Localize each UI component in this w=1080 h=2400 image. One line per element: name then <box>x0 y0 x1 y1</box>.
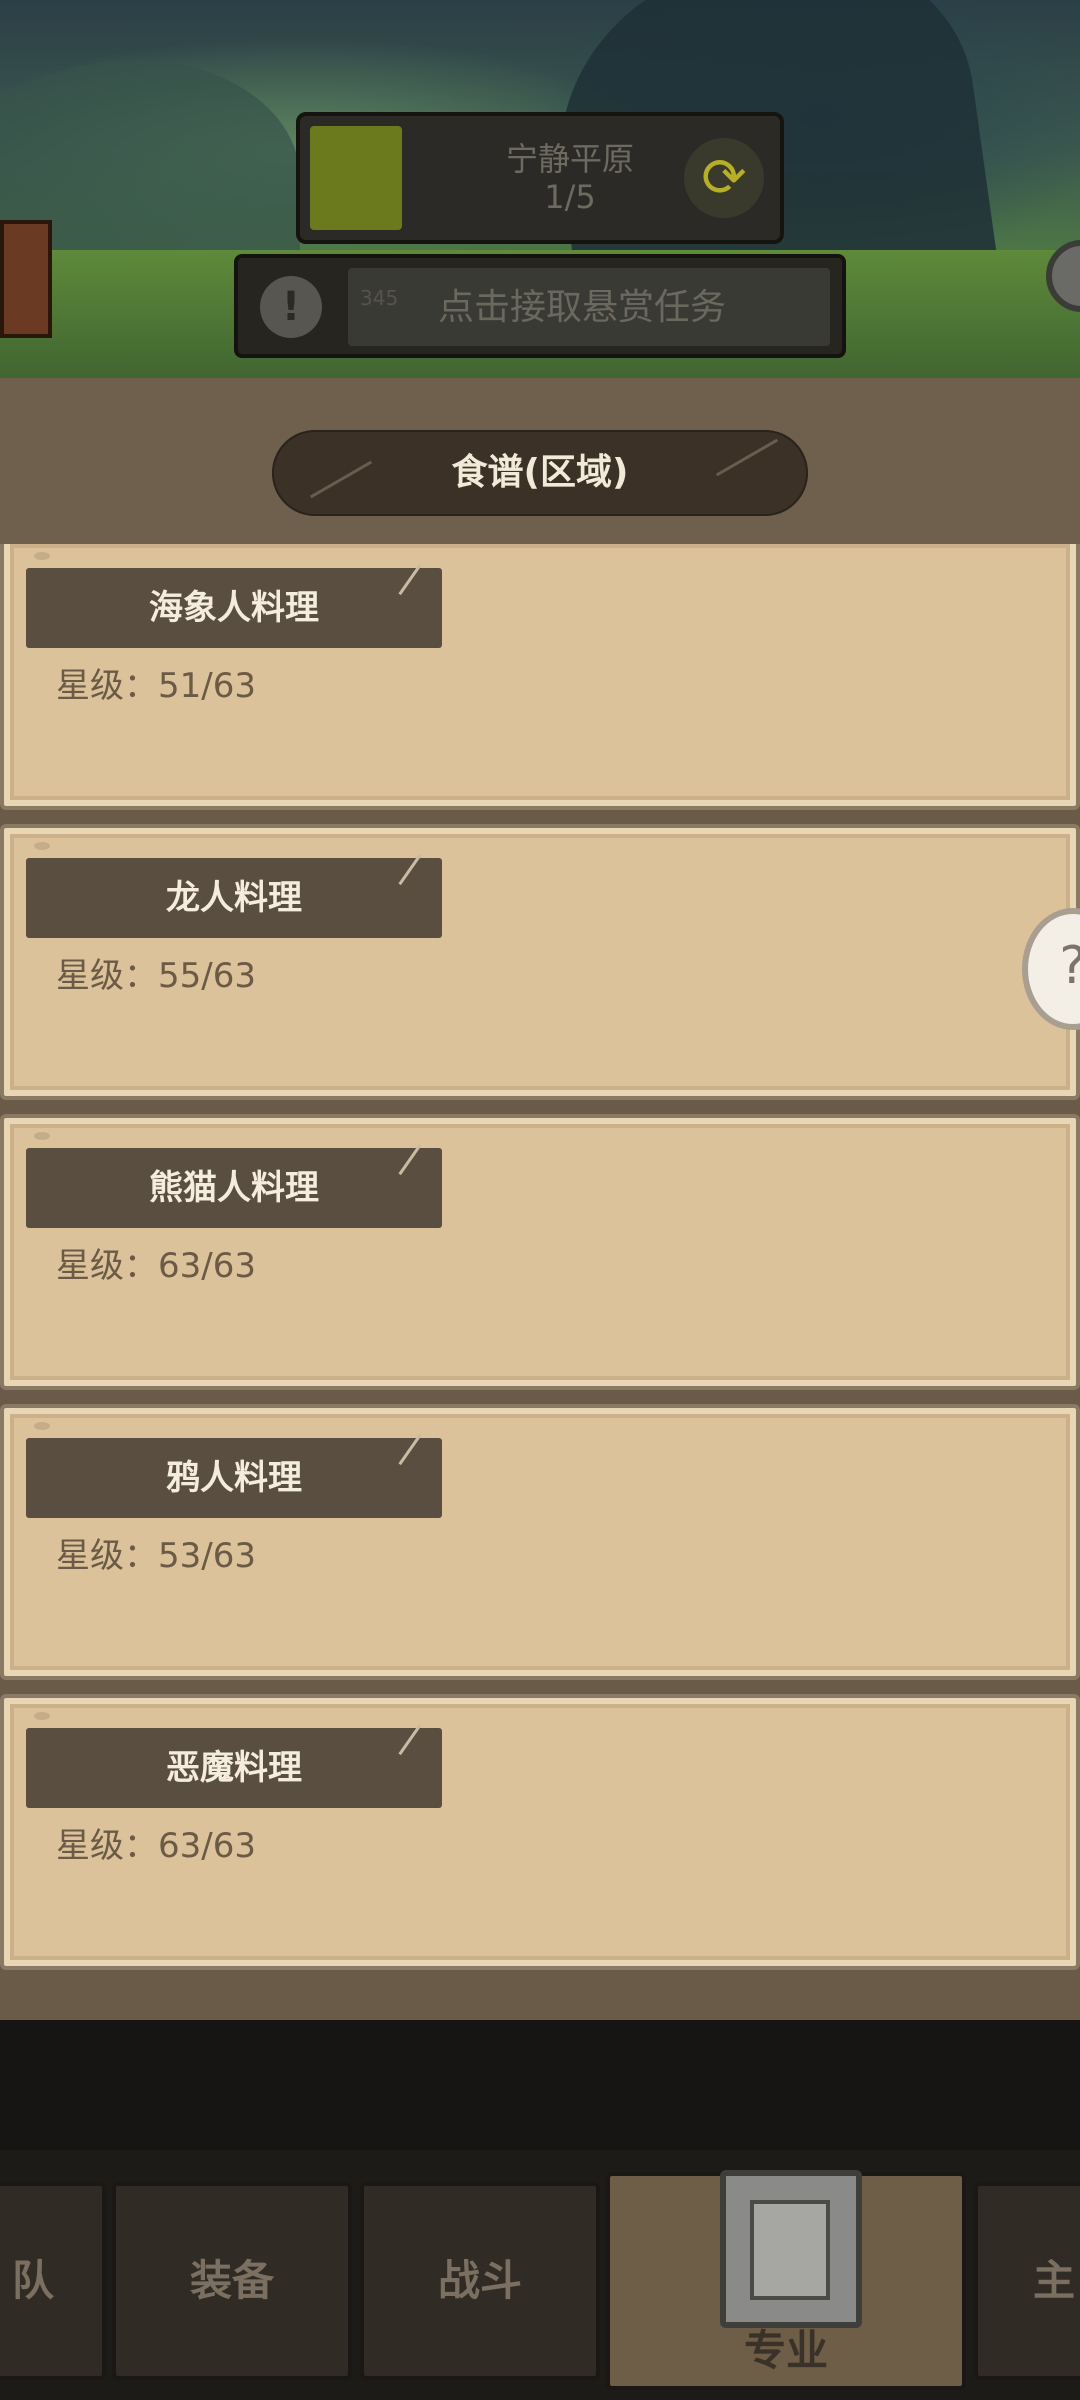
game-scene: 宁静平原 1/5 ⟳ ! 345 点击接取悬赏任务 <box>0 0 1080 380</box>
panel-header: 食谱(区域) <box>0 378 1080 544</box>
decor-nail <box>34 1422 50 1430</box>
recipe-card[interactable]: 恶魔料理 星级：63/63 <box>0 1694 1080 1970</box>
recipe-list[interactable]: 海象人料理 星级：51/63 龙人料理 星级：55/63 熊猫人料理 星级：63… <box>0 544 1080 1984</box>
panel-title-badge: 食谱(区域) <box>272 430 808 516</box>
recipe-name-tag: 龙人料理 <box>26 853 442 938</box>
recipe-panel: 食谱(区域) 海象人料理 星级：51/63 龙人料理 星级：55/63 熊猫人料… <box>0 378 1080 2020</box>
recipe-star-level: 星级：53/63 <box>56 1536 256 1576</box>
bounty-task-bar[interactable]: ! 345 点击接取悬赏任务 <box>234 254 846 358</box>
profession-book-icon <box>720 2170 862 2328</box>
region-name: 宁静平原 <box>505 140 634 178</box>
recipe-name: 恶魔料理 <box>166 1748 302 1788</box>
bounty-number: 345 <box>360 286 399 310</box>
tab-main[interactable]: 主 <box>974 2182 1080 2380</box>
bottom-nav: 队 装备 战斗 专业 主 <box>0 2150 1080 2400</box>
recipe-star-level: 星级：63/63 <box>56 1246 256 1286</box>
alert-icon: ! <box>260 276 322 338</box>
recipe-name: 鸦人料理 <box>166 1458 302 1498</box>
recipe-card[interactable]: 熊猫人料理 星级：63/63 <box>0 1114 1080 1390</box>
tab-profession[interactable]: 专业 <box>606 2170 966 2390</box>
tab-equipment[interactable]: 装备 <box>112 2182 352 2380</box>
recipe-name-tag: 恶魔料理 <box>26 1723 442 1808</box>
recipe-card[interactable]: 鸦人料理 星级：53/63 <box>0 1404 1080 1680</box>
decor-nail <box>34 842 50 850</box>
region-panel[interactable]: 宁静平原 1/5 ⟳ <box>296 112 784 244</box>
book-page <box>750 2200 830 2300</box>
refresh-icon[interactable]: ⟳ <box>684 138 764 218</box>
tab-battle[interactable]: 战斗 <box>360 2182 600 2380</box>
region-thumbnail <box>310 126 402 230</box>
recipe-name-tag: 鸦人料理 <box>26 1433 442 1518</box>
character-sprite <box>0 220 52 338</box>
decor-nail <box>34 552 50 560</box>
panel-title: 食谱(区域) <box>451 452 629 493</box>
recipe-name-tag: 海象人料理 <box>26 563 442 648</box>
recipe-card[interactable]: 龙人料理 星级：55/63 <box>0 824 1080 1100</box>
recipe-name: 海象人料理 <box>149 588 319 628</box>
recipe-star-level: 星级：51/63 <box>56 666 256 706</box>
tab-profession-label: 专业 <box>743 2326 828 2375</box>
decor-nail <box>34 1712 50 1720</box>
bounty-label: 点击接取悬赏任务 <box>438 287 727 328</box>
decor-nail <box>34 1132 50 1140</box>
tab-team[interactable]: 队 <box>0 2182 106 2380</box>
scene-strip <box>0 2020 1080 2150</box>
recipe-card[interactable]: 海象人料理 星级：51/63 <box>0 544 1080 810</box>
region-progress: 1/5 <box>544 178 596 216</box>
recipe-name-tag: 熊猫人料理 <box>26 1143 442 1228</box>
recipe-star-level: 星级：55/63 <box>56 956 256 996</box>
recipe-name: 熊猫人料理 <box>149 1168 319 1208</box>
recipe-star-level: 星级：63/63 <box>56 1826 256 1866</box>
recipe-name: 龙人料理 <box>166 878 302 918</box>
